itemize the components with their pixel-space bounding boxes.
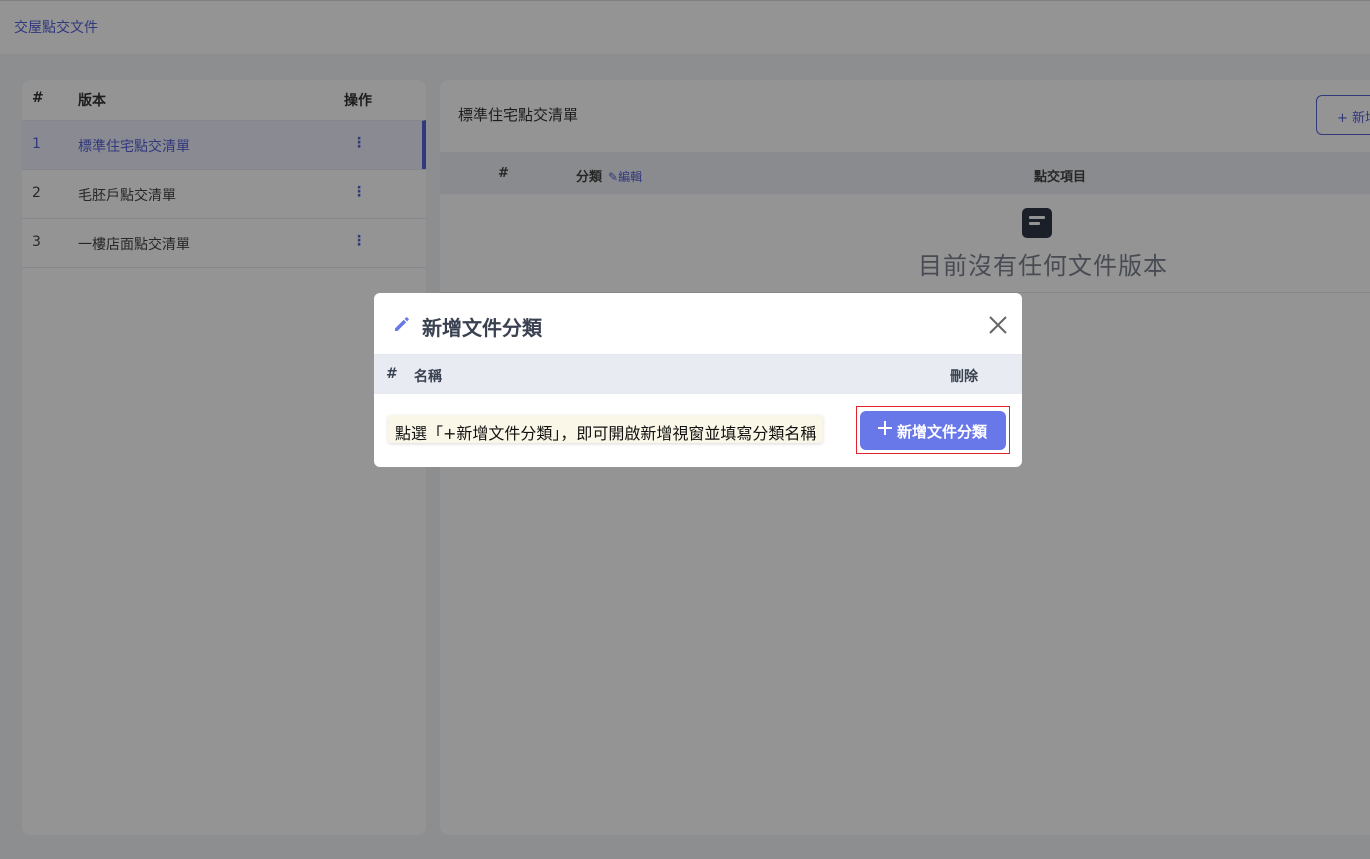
close-icon[interactable]	[988, 315, 1008, 335]
modal-body: 點選「+新增文件分類」，即可開啟新增視窗並填寫分類名稱 新增文件分類	[374, 394, 1022, 466]
pencil-icon	[395, 317, 409, 331]
add-category-button[interactable]: 新增文件分類	[860, 411, 1006, 450]
modal-header: 新增文件分類	[374, 293, 1022, 355]
header-num: #	[386, 366, 398, 382]
modal-title: 新增文件分類	[422, 316, 542, 340]
category-table-header: # 名稱 刪除	[374, 355, 1022, 394]
header-name: 名稱	[414, 369, 442, 385]
header-delete: 刪除	[950, 369, 978, 385]
add-category-modal: 新增文件分類 # 名稱 刪除 點選「+新增文件分類」，即可開啟新增視窗並填寫分類…	[374, 293, 1022, 467]
plus-icon	[878, 421, 892, 435]
add-category-label: 新增文件分類	[897, 423, 988, 441]
instruction-tooltip: 點選「+新增文件分類」，即可開啟新增視窗並填寫分類名稱	[388, 415, 824, 443]
